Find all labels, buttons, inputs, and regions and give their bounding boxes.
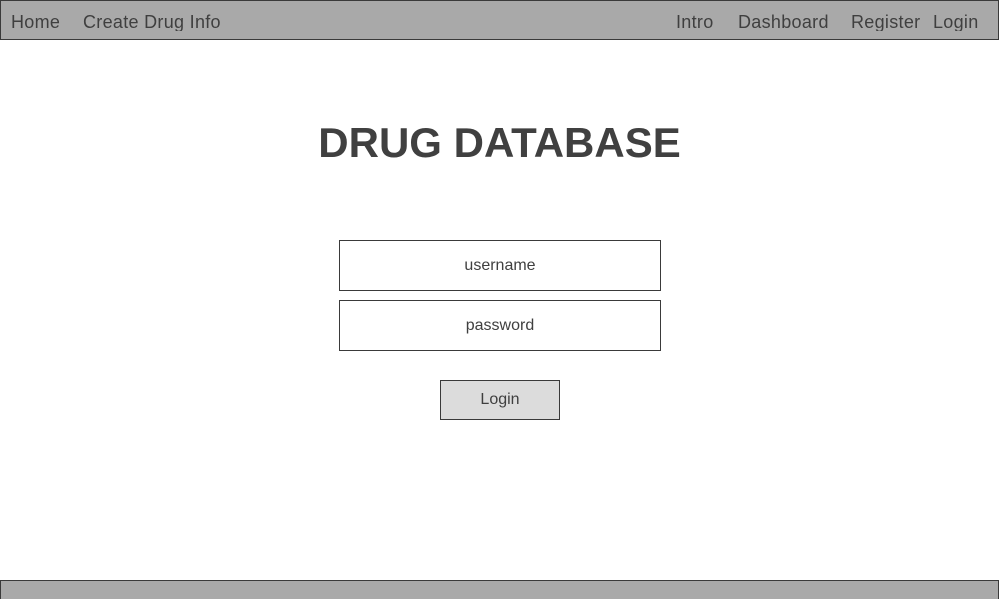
page-title: DRUG DATABASE xyxy=(318,119,681,166)
page: Home Create Drug Info Intro Dashboard Re… xyxy=(0,0,999,599)
nav-link-home[interactable]: Home xyxy=(11,1,60,31)
nav-link-login[interactable]: Login xyxy=(933,1,979,31)
nav-link-register[interactable]: Register xyxy=(851,1,920,31)
footer-bar xyxy=(0,580,999,599)
nav-link-create-drug-info[interactable]: Create Drug Info xyxy=(83,1,221,31)
nav-link-dashboard[interactable]: Dashboard xyxy=(738,1,829,31)
nav-link-intro[interactable]: Intro xyxy=(676,1,714,31)
top-navbar: Home Create Drug Info Intro Dashboard Re… xyxy=(0,0,999,40)
login-button[interactable]: Login xyxy=(440,380,560,420)
username-input[interactable] xyxy=(339,240,661,291)
password-input[interactable] xyxy=(339,300,661,351)
